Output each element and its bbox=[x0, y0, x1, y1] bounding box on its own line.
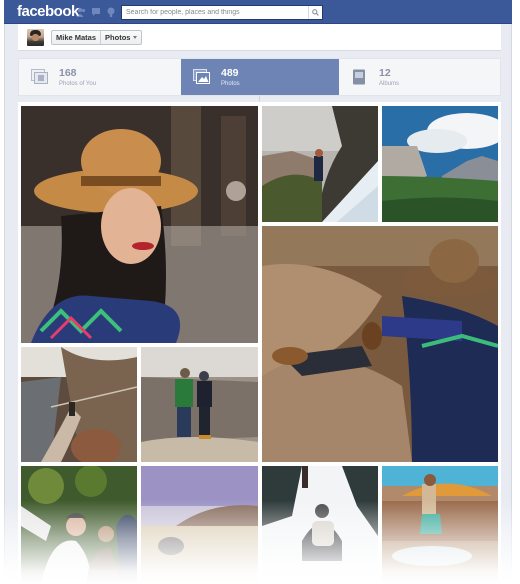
facebook-logo[interactable]: facebook bbox=[17, 3, 79, 20]
search-input[interactable] bbox=[122, 6, 308, 19]
photos-of-you-icon bbox=[31, 69, 49, 85]
photo-tile[interactable] bbox=[382, 106, 498, 222]
photo-tile[interactable] bbox=[141, 466, 258, 584]
search-button[interactable] bbox=[308, 6, 322, 19]
section-dropdown-label: Photos bbox=[105, 33, 131, 42]
profile-breadcrumb-bar: Mike Matas Photos bbox=[18, 24, 501, 51]
photo-tile[interactable] bbox=[262, 106, 378, 222]
search-icon bbox=[312, 9, 319, 16]
photo-image bbox=[141, 347, 258, 462]
tab-albums[interactable]: 12 Albums bbox=[339, 59, 500, 95]
breadcrumb: Mike Matas Photos bbox=[51, 30, 143, 45]
photo-tile[interactable] bbox=[21, 106, 258, 343]
jewel-notifications bbox=[76, 7, 116, 17]
photo-image bbox=[262, 226, 498, 462]
photo-summary-tabs: 168 Photos of You 489 Photos 12 Albums bbox=[18, 58, 501, 96]
photos-label: Photos bbox=[221, 80, 240, 87]
photo-image bbox=[141, 466, 258, 584]
top-navigation-bar: facebook bbox=[4, 0, 512, 24]
photo-image bbox=[262, 466, 378, 584]
profile-name-link[interactable]: Mike Matas bbox=[52, 31, 102, 44]
photos-icon bbox=[193, 69, 211, 85]
albums-label: Albums bbox=[379, 80, 400, 87]
photo-image bbox=[21, 347, 137, 462]
search-box[interactable] bbox=[121, 5, 323, 20]
photo-tile[interactable] bbox=[382, 466, 498, 584]
photo-image bbox=[382, 466, 498, 584]
photo-tile[interactable] bbox=[262, 226, 498, 462]
section-dropdown[interactable]: Photos bbox=[101, 31, 141, 44]
avatar-face bbox=[32, 34, 39, 41]
photo-image bbox=[262, 106, 378, 222]
tab-photos-of-you[interactable]: 168 Photos of You bbox=[19, 59, 181, 95]
messages-icon[interactable] bbox=[91, 7, 101, 17]
albums-count: 12 bbox=[379, 66, 391, 79]
tab-photos[interactable]: 489 Photos bbox=[181, 59, 339, 95]
photo-tile[interactable] bbox=[21, 347, 137, 462]
photos-count: 489 bbox=[221, 66, 239, 79]
photo-image bbox=[21, 106, 258, 343]
photo-tile[interactable] bbox=[141, 347, 258, 462]
photo-image bbox=[382, 106, 498, 222]
notifications-icon[interactable] bbox=[106, 7, 116, 17]
photo-image bbox=[21, 466, 137, 584]
photo-tile[interactable] bbox=[262, 466, 378, 584]
friend-requests-icon[interactable] bbox=[76, 7, 86, 17]
albums-icon bbox=[351, 69, 369, 85]
photo-grid bbox=[18, 102, 501, 584]
photos-of-you-label: Photos of You bbox=[59, 80, 97, 87]
chevron-down-icon bbox=[133, 36, 138, 39]
photos-of-you-count: 168 bbox=[59, 66, 77, 79]
profile-avatar[interactable] bbox=[27, 29, 44, 46]
photo-tile[interactable] bbox=[21, 466, 137, 584]
